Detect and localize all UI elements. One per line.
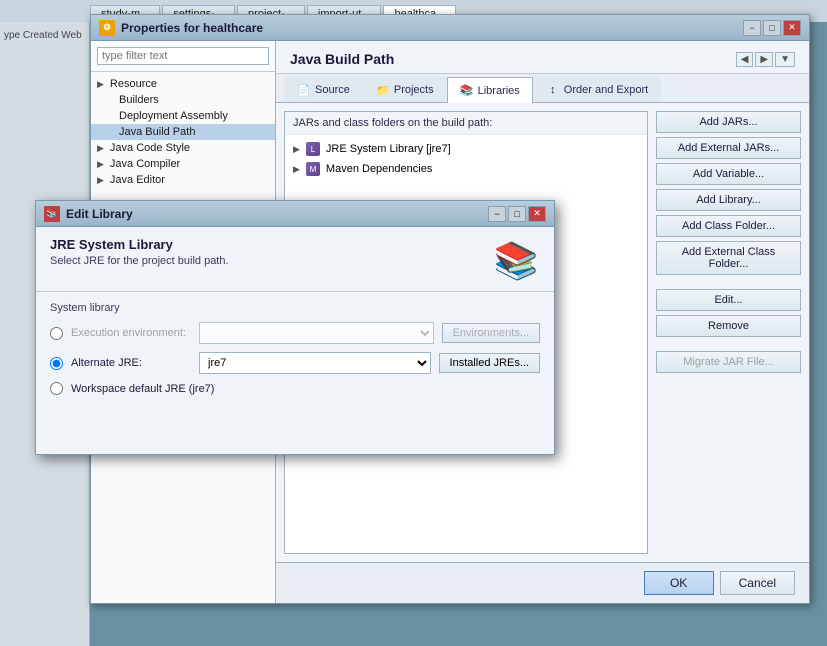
workspace-default-row: Workspace default JRE (jre7): [50, 382, 540, 395]
filter-box: [91, 41, 275, 72]
edit-dialog-title-buttons: − □ ✕: [488, 206, 546, 222]
sidebar-item-java-code-style[interactable]: ▶ Java Code Style: [91, 140, 275, 156]
execution-env-label: Execution environment:: [71, 327, 191, 339]
add-variable-button[interactable]: Add Variable...: [656, 163, 801, 185]
dialog-footer: OK Cancel: [276, 562, 809, 603]
add-class-folder-button[interactable]: Add Class Folder...: [656, 215, 801, 237]
migrate-jar-button[interactable]: Migrate JAR File...: [656, 351, 801, 373]
add-external-class-folder-button[interactable]: Add External Class Folder...: [656, 241, 801, 275]
workspace-default-radio[interactable]: [50, 382, 63, 395]
execution-env-select[interactable]: [199, 322, 434, 344]
alternate-jre-row: Alternate JRE: jre7 Installed JREs...: [50, 352, 540, 374]
sidebar-item-resource[interactable]: ▶ Resource: [91, 76, 275, 92]
alternate-jre-radio[interactable]: [50, 357, 63, 370]
nav-arrows: ◀ ▶ ▼: [736, 52, 795, 67]
library-icon: M: [306, 162, 320, 176]
add-library-button[interactable]: Add Library...: [656, 189, 801, 211]
filter-input[interactable]: [97, 47, 269, 65]
ok-button[interactable]: OK: [644, 571, 714, 595]
edit-dialog-body: System library Execution environment: En…: [36, 292, 554, 454]
projects-tab-icon: 📁: [376, 83, 390, 97]
execution-env-radio[interactable]: [50, 327, 63, 340]
properties-icon: ⚙: [99, 20, 115, 36]
buttons-panel: Add JARs... Add External JARs... Add Var…: [656, 111, 801, 554]
edit-close-button[interactable]: ✕: [528, 206, 546, 222]
properties-titlebar: ⚙ Properties for healthcare − □ ✕: [91, 15, 809, 41]
environments-button[interactable]: Environments...: [442, 323, 540, 343]
nav-down-button[interactable]: ▼: [775, 52, 795, 67]
arrow-icon: ▶: [97, 143, 104, 154]
installed-jres-button[interactable]: Installed JREs...: [439, 353, 540, 373]
arrow-icon: ▶: [97, 175, 104, 186]
left-panel-text: ype Created Web: [4, 30, 82, 41]
sidebar-item-java-build-path[interactable]: Java Build Path: [91, 124, 275, 140]
remove-button[interactable]: Remove: [656, 315, 801, 337]
arrow-icon: ▶: [97, 159, 104, 170]
minimize-button[interactable]: −: [743, 20, 761, 36]
sidebar-item-java-editor[interactable]: ▶ Java Editor: [91, 172, 275, 188]
tabs-bar: 📄 Source 📁 Projects 📚 Libraries ↕ Order …: [276, 74, 809, 103]
build-path-item-maven[interactable]: ▶ M Maven Dependencies: [289, 159, 643, 179]
sidebar-item-builders[interactable]: Builders: [91, 92, 275, 108]
edit-dialog-heading: JRE System Library: [50, 237, 229, 252]
tab-source[interactable]: 📄 Source: [284, 77, 363, 102]
order-export-tab-icon: ↕: [546, 83, 560, 97]
properties-title: ⚙ Properties for healthcare: [99, 20, 263, 36]
close-button[interactable]: ✕: [783, 20, 801, 36]
edit-dialog-header: JRE System Library Select JRE for the pr…: [36, 227, 554, 292]
build-path-item-jre[interactable]: ▶ L JRE System Library [jre7]: [289, 139, 643, 159]
add-external-jars-button[interactable]: Add External JARs...: [656, 137, 801, 159]
alternate-jre-label: Alternate JRE:: [71, 357, 191, 369]
tab-projects[interactable]: 📁 Projects: [363, 77, 447, 102]
build-path-header: JARs and class folders on the build path…: [285, 112, 647, 135]
maximize-button[interactable]: □: [763, 20, 781, 36]
edit-dialog-title: 📚 Edit Library: [44, 206, 133, 222]
workspace-default-label: Workspace default JRE (jre7): [71, 383, 214, 395]
cancel-button[interactable]: Cancel: [720, 571, 795, 595]
source-tab-icon: 📄: [297, 83, 311, 97]
add-jars-button[interactable]: Add JARs...: [656, 111, 801, 133]
tab-order-export[interactable]: ↕ Order and Export: [533, 77, 661, 102]
item-expand-icon: ▶: [293, 164, 300, 175]
books-icon: 📚: [492, 237, 540, 285]
edit-dialog-icon: 📚: [44, 206, 60, 222]
content-title: Java Build Path: [290, 51, 394, 67]
button-spacer-2: [656, 341, 801, 347]
tab-libraries[interactable]: 📚 Libraries: [447, 77, 533, 103]
library-icon: L: [306, 142, 320, 156]
libraries-tab-icon: 📚: [460, 84, 474, 98]
button-spacer: [656, 279, 801, 285]
system-library-label: System library: [50, 302, 540, 314]
arrow-icon: ▶: [97, 79, 104, 90]
edit-dialog-subtitle: Select JRE for the project build path.: [50, 255, 229, 267]
item-expand-icon: ▶: [293, 144, 300, 155]
edit-maximize-button[interactable]: □: [508, 206, 526, 222]
sidebar-item-java-compiler[interactable]: ▶ Java Compiler: [91, 156, 275, 172]
alternate-jre-select[interactable]: jre7: [199, 352, 431, 374]
execution-env-row: Execution environment: Environments...: [50, 322, 540, 344]
titlebar-buttons: − □ ✕: [743, 20, 801, 36]
edit-minimize-button[interactable]: −: [488, 206, 506, 222]
edit-library-dialog: 📚 Edit Library − □ ✕ JRE System Library …: [35, 200, 555, 455]
content-header: Java Build Path ◀ ▶ ▼: [276, 41, 809, 74]
edit-dialog-titlebar: 📚 Edit Library − □ ✕: [36, 201, 554, 227]
nav-back-button[interactable]: ◀: [736, 52, 754, 67]
nav-forward-button[interactable]: ▶: [755, 52, 773, 67]
sidebar-item-deployment-assembly[interactable]: Deployment Assembly: [91, 108, 275, 124]
edit-button[interactable]: Edit...: [656, 289, 801, 311]
